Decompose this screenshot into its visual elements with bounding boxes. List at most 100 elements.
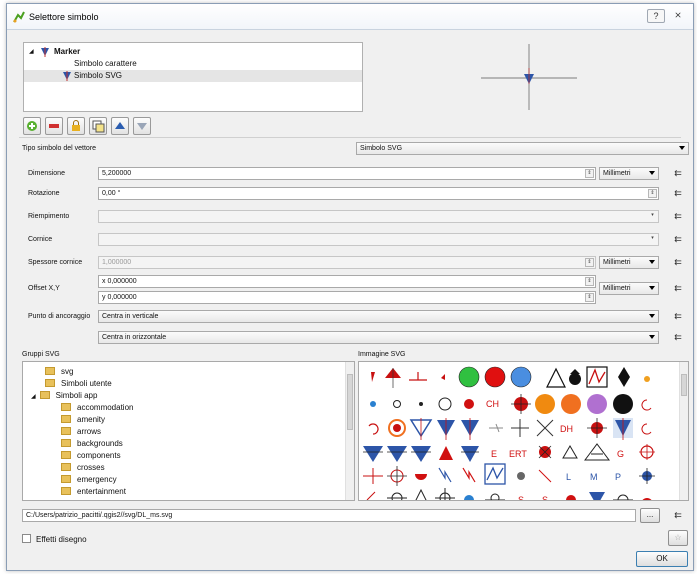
data-defined-button[interactable]: ⇇ [667, 209, 689, 223]
images-scrollbar[interactable] [679, 362, 688, 500]
symbol-layer-tree[interactable]: ◢ Marker Simbolo carattere Simbolo SVG [23, 42, 363, 112]
data-defined-button[interactable]: ⇇ [667, 166, 689, 180]
svg-image-item[interactable] [464, 495, 474, 500]
data-defined-button[interactable]: ⇇ [667, 309, 689, 323]
svg-image-item[interactable]: M [590, 472, 598, 482]
svg-image-item[interactable] [458, 366, 480, 388]
svg-image-item[interactable] [363, 446, 383, 462]
svg-image-item[interactable] [535, 394, 555, 414]
anchor-horizontal-select[interactable]: Centra in orizzontale [98, 331, 659, 344]
svg-image-item[interactable] [387, 446, 407, 462]
svg-image-item[interactable]: ERT [509, 449, 527, 459]
svg-image-item[interactable] [419, 402, 423, 406]
group-item[interactable]: arrows [61, 426, 101, 438]
anchor-vertical-select[interactable]: Centra in verticale [98, 310, 659, 323]
spin-icon[interactable]: ⇕ [585, 293, 594, 302]
svg-image-item[interactable] [415, 488, 427, 500]
groups-scrollbar[interactable] [345, 362, 354, 500]
close-button[interactable]: ⨯ [669, 9, 687, 23]
data-defined-button[interactable]: ⇇ [667, 232, 689, 246]
data-defined-button[interactable]: ⇇ [667, 508, 689, 522]
offset-unit-select[interactable]: Millimetri [599, 282, 659, 295]
data-defined-button[interactable]: ⇇ [667, 330, 689, 344]
move-down-button[interactable] [133, 117, 151, 135]
svg-image-item[interactable] [462, 467, 476, 483]
group-item[interactable]: entertainment [61, 486, 126, 498]
browse-button[interactable]: ... [640, 508, 660, 523]
svg-image-item[interactable] [366, 491, 376, 500]
tree-item-svg-symbol[interactable]: Simbolo SVG [24, 70, 362, 82]
svg-image-item[interactable] [569, 373, 581, 385]
svg-image-item[interactable] [370, 401, 376, 407]
svg-image-item[interactable]: G [617, 449, 624, 459]
svg-groups-tree[interactable]: svg Simboli utente ◢ Simboli app accommod… [22, 361, 355, 501]
outline-color-button[interactable]: ▾ [98, 233, 659, 246]
fill-color-button[interactable]: ▾ [98, 210, 659, 223]
svg-image-item[interactable] [617, 494, 629, 500]
svg-image-item[interactable]: P [615, 472, 621, 482]
draw-effects-checkbox[interactable] [22, 534, 31, 543]
svg-image-item[interactable] [409, 372, 427, 381]
svg-image-item[interactable] [546, 367, 566, 388]
spin-icon[interactable]: ⇕ [585, 169, 594, 178]
svg-image-item[interactable] [618, 367, 630, 387]
svg-image-item[interactable] [439, 446, 453, 460]
svg-image-item[interactable] [441, 374, 445, 380]
svg-image-item[interactable] [411, 446, 431, 462]
svg-image-item[interactable] [368, 423, 379, 435]
size-input[interactable]: 5,200000 ⇕ [98, 167, 596, 180]
svg-image-item[interactable] [566, 495, 576, 500]
svg-image-item[interactable] [641, 498, 653, 500]
spin-icon[interactable]: ⇕ [585, 258, 594, 267]
scroll-thumb[interactable] [347, 374, 353, 430]
tree-item-font-symbol[interactable]: Simbolo carattere [24, 58, 362, 70]
svg-image-item[interactable]: L [566, 472, 571, 482]
group-item[interactable]: components [61, 450, 121, 462]
svg-image-item[interactable] [393, 400, 401, 408]
svg-image-item[interactable] [415, 474, 427, 480]
ok-button[interactable]: OK [636, 551, 688, 567]
svg-image-item[interactable] [461, 446, 479, 462]
duplicate-layer-button[interactable] [89, 117, 107, 135]
svg-image-item[interactable] [489, 423, 503, 433]
svg-image-item[interactable] [589, 492, 605, 500]
group-item[interactable]: ◢ Simboli app [31, 390, 97, 402]
svg-image-item[interactable]: S [518, 495, 524, 500]
size-unit-select[interactable]: Millimetri [599, 167, 659, 180]
svg-image-item[interactable]: S [542, 495, 548, 500]
group-item[interactable]: accommodation [61, 402, 133, 414]
svg-image-item[interactable]: E [491, 449, 497, 459]
collapse-arrow-icon[interactable]: ◢ [31, 394, 36, 400]
data-defined-button[interactable]: ⇇ [667, 255, 689, 269]
help-button[interactable]: ? [647, 9, 665, 23]
move-up-button[interactable] [111, 117, 129, 135]
svg-image-item[interactable] [511, 419, 529, 437]
svg-image-item[interactable] [363, 468, 383, 484]
group-item[interactable]: backgrounds [61, 438, 123, 450]
offset-y-input[interactable]: y 0,000000 ⇕ [98, 291, 596, 304]
svg-image-item[interactable] [584, 443, 610, 461]
svg-image-item[interactable] [613, 394, 633, 414]
svg-image-item[interactable] [641, 399, 652, 411]
data-defined-button[interactable]: ⇇ [667, 186, 689, 200]
svg-path-input[interactable]: C:/Users/patrizio_pacitti/.qgis2//svg/DL… [22, 509, 636, 522]
svg-image-item[interactable]: CH [486, 399, 499, 409]
group-item[interactable]: Simboli utente [45, 378, 112, 390]
spin-icon[interactable]: ⇕ [585, 277, 594, 286]
remove-layer-button[interactable] [45, 117, 63, 135]
svg-image-item[interactable] [391, 492, 403, 500]
data-defined-button[interactable]: ⇇ [667, 281, 689, 295]
spin-icon[interactable]: ⇕ [648, 189, 657, 198]
svg-image-item[interactable] [644, 376, 650, 382]
lock-layer-button[interactable] [67, 117, 85, 135]
offset-x-input[interactable]: x 0,000000 ⇕ [98, 275, 596, 288]
svg-image-item[interactable] [490, 493, 500, 500]
svg-image-item[interactable] [510, 366, 532, 388]
svg-image-item[interactable] [536, 419, 554, 437]
layer-type-select[interactable]: Simbolo SVG [356, 142, 689, 155]
svg-image-item[interactable] [438, 397, 452, 411]
svg-image-item[interactable] [538, 469, 552, 483]
effects-settings-button[interactable]: ☆ [668, 530, 688, 546]
add-layer-button[interactable] [23, 117, 41, 135]
group-item[interactable]: emergency [61, 474, 117, 486]
